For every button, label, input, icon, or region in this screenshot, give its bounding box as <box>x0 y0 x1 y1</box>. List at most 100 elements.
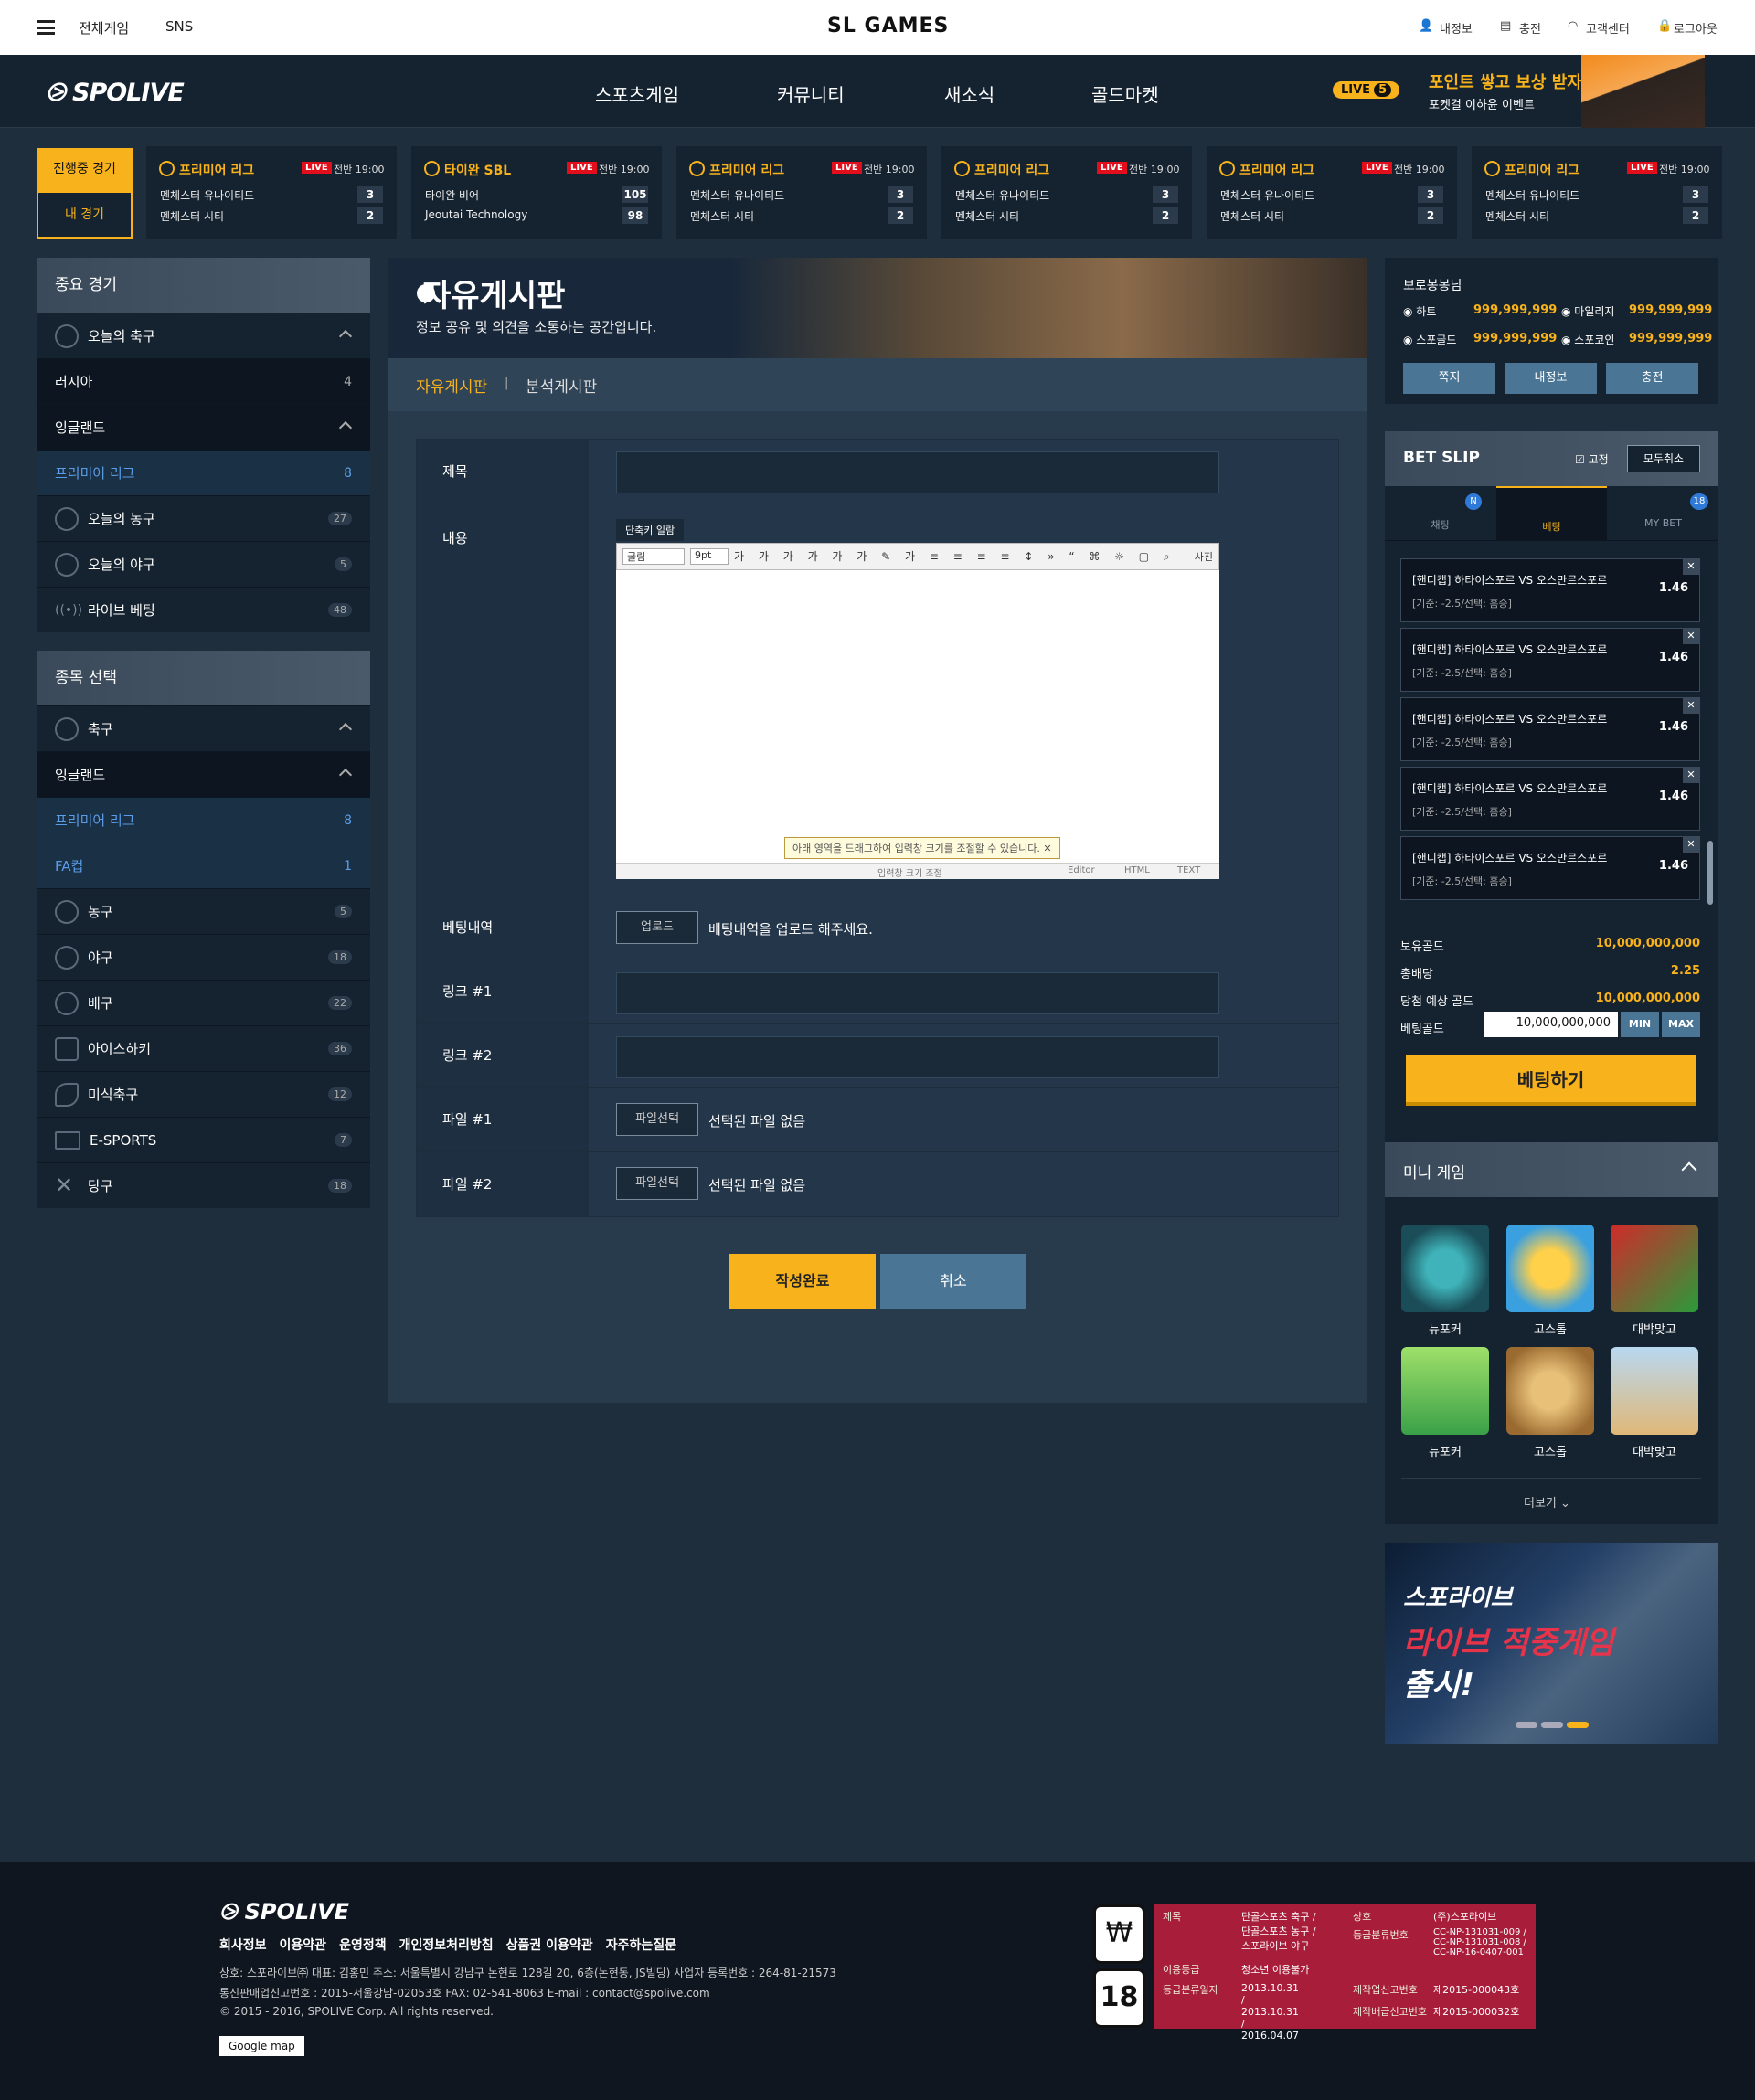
live-match-card[interactable]: 프리미어 리그 LIVE 전반 19:00 멘체스터 유나이티드 멘체스터 시티 3 2 <box>941 146 1192 239</box>
remove-bet-icon[interactable]: ✕ <box>1683 767 1699 783</box>
all-games-link[interactable]: 전체게임 <box>79 18 129 37</box>
logout-link[interactable]: 로그아웃 <box>1674 19 1718 37</box>
game-name[interactable]: 고스톱 <box>1506 1320 1594 1337</box>
sidebar-item-russia[interactable]: 러시아 4 <box>37 358 370 404</box>
sidebar-item-england[interactable]: 잉글랜드 <box>37 404 370 450</box>
sidebar-item-ice-hockey[interactable]: 아이스하키 36 <box>37 1025 370 1071</box>
carousel-dot[interactable] <box>1541 1722 1563 1728</box>
sidebar-item-england[interactable]: 잉글랜드 <box>37 751 370 797</box>
editor-body[interactable] <box>616 570 1219 879</box>
place-bet-button[interactable]: 베팅하기 <box>1406 1055 1696 1106</box>
remove-bet-icon[interactable]: ✕ <box>1683 697 1699 714</box>
nav-gold-market[interactable]: 골드마켓 <box>1091 80 1159 107</box>
link1-input[interactable] <box>616 972 1219 1014</box>
tab-analysis-board[interactable]: 분석게시판 <box>526 374 597 397</box>
sidebar-item-american-football[interactable]: 미식축구 12 <box>37 1071 370 1117</box>
my-info-button[interactable]: 내정보 <box>1505 363 1597 394</box>
remove-bet-icon[interactable]: ✕ <box>1683 628 1699 644</box>
live-match-card[interactable]: 프리미어 리그 LIVE 전반 19:00 멘체스터 유나이티드 멘체스터 시티 3 2 <box>1207 146 1457 239</box>
footer-link-terms[interactable]: 이용약관 <box>280 1938 327 1953</box>
game-baduk-thumb[interactable] <box>1506 1347 1594 1435</box>
promo-banner[interactable]: 스포라이브 라이브 적중게임 출시! <box>1385 1543 1718 1744</box>
bet-slip-item[interactable]: [핸디캡] 하타이스포르 VS 오스만르스포르 [기준: -2.5/선택: 홈승]… <box>1400 767 1700 831</box>
chevron-up-icon[interactable] <box>338 722 353 737</box>
live-badge[interactable]: LIVE 5 <box>1333 81 1400 99</box>
photo-button[interactable]: 사진 <box>1195 549 1213 564</box>
footer-link-policy[interactable]: 운영정책 <box>339 1938 387 1953</box>
spolive-logo[interactable]: ⧁ SPOLIVE <box>46 79 185 108</box>
live-match-card[interactable]: 프리미어 리그 LIVE 전반 19:00 멘체스터 유나이티드 멘체스터 시티 3 2 <box>676 146 927 239</box>
min-button[interactable]: MIN <box>1621 1012 1659 1037</box>
game-name[interactable]: 대박맞고 <box>1611 1320 1698 1337</box>
mode-html[interactable]: HTML <box>1124 865 1150 875</box>
support-link[interactable]: 고객센터 <box>1586 19 1630 37</box>
font-select[interactable]: 굴림 <box>622 548 685 565</box>
size-select[interactable]: 9pt <box>690 548 729 565</box>
charge-link[interactable]: 충전 <box>1519 19 1541 37</box>
chevron-up-icon[interactable] <box>338 420 353 435</box>
sidebar-item-volleyball[interactable]: 배구 22 <box>37 980 370 1025</box>
nav-sports-games[interactable]: 스포츠게임 <box>595 80 679 107</box>
format-buttons[interactable]: 가 가 가 가 가 가 ✎ 가 ≡ ≡ ≡ ≡ ↕ » “ ⌘ ☼ ▢ ⌕ <box>734 548 1175 564</box>
game-gostop-thumb[interactable] <box>1506 1225 1594 1312</box>
file2-select-button[interactable]: 파일선택 <box>616 1167 698 1200</box>
mode-editor[interactable]: Editor <box>1068 865 1095 875</box>
max-button[interactable]: MAX <box>1662 1012 1700 1037</box>
live-match-card[interactable]: 프리미어 리그 LIVE 전반 19:00 멘체스터 유나이티드 멘체스터 시티 3 2 <box>146 146 397 239</box>
chevron-up-icon[interactable] <box>338 329 353 344</box>
game-name[interactable]: 뉴포커 <box>1401 1320 1489 1337</box>
game-name[interactable]: 대박맞고 <box>1611 1442 1698 1459</box>
link2-input[interactable] <box>616 1036 1219 1078</box>
sidebar-item-basketball[interactable]: 농구 5 <box>37 888 370 934</box>
my-info-link[interactable]: 내정보 <box>1440 19 1473 37</box>
tab-betting[interactable]: 베팅 <box>1496 486 1607 541</box>
bet-slip-item[interactable]: [핸디캡] 하타이스포르 VS 오스만르스포르 [기준: -2.5/선택: 홈승]… <box>1400 836 1700 900</box>
game-newpoker-thumb[interactable] <box>1401 1225 1489 1312</box>
bet-slip-scrollbar[interactable] <box>1707 841 1713 905</box>
site-title[interactable]: SL GAMES <box>827 15 949 37</box>
nav-community[interactable]: 커뮤니티 <box>777 80 845 107</box>
sidebar-item-billiards[interactable]: ✕ 당구 18 <box>37 1162 370 1208</box>
bet-slip-item[interactable]: [핸디캡] 하타이스포르 VS 오스만르스포르 [기준: -2.5/선택: 홈승]… <box>1400 697 1700 761</box>
fixed-checkbox[interactable]: ☑ 고정 <box>1575 451 1609 467</box>
cancel-button[interactable]: 취소 <box>880 1254 1026 1309</box>
sidebar-item-premier-league[interactable]: 프리미어 리그 8 <box>37 450 370 495</box>
chevron-up-icon[interactable] <box>338 768 353 782</box>
game-panda-thumb[interactable] <box>1401 1347 1489 1435</box>
upload-button[interactable]: 업로드 <box>616 911 698 944</box>
live-match-card[interactable]: 프리미어 리그 LIVE 전반 19:00 멘체스터 유나이티드 멘체스터 시티 3 2 <box>1472 146 1722 239</box>
bet-slip-item[interactable]: [핸디캡] 하타이스포르 VS 오스만르스포르 [기준: -2.5/선택: 홈승]… <box>1400 628 1700 692</box>
google-map-button[interactable]: Google map <box>219 2036 304 2056</box>
tab-my-games[interactable]: 내 경기 <box>37 191 133 239</box>
mode-text[interactable]: TEXT <box>1177 865 1200 875</box>
sidebar-item-fa-cup[interactable]: FA컵 1 <box>37 843 370 888</box>
game-name[interactable]: 고스톱 <box>1506 1442 1594 1459</box>
clear-all-button[interactable]: 모두취소 <box>1627 445 1700 472</box>
sidebar-item-today-baseball[interactable]: 오늘의 야구 5 <box>37 541 370 587</box>
sidebar-item-soccer[interactable]: 축구 <box>37 705 370 751</box>
tab-free-board[interactable]: 자유게시판 <box>416 374 487 397</box>
tab-in-progress[interactable]: 진행중 경기 <box>37 148 133 191</box>
sidebar-item-premier-league[interactable]: 프리미어 리그 8 <box>37 797 370 843</box>
sidebar-item-live-betting[interactable]: ((•)) 라이브 베팅 48 <box>37 587 370 632</box>
sns-link[interactable]: SNS <box>165 18 193 35</box>
hamburger-menu-icon[interactable] <box>37 20 55 35</box>
game-name[interactable]: 뉴포커 <box>1401 1442 1489 1459</box>
sidebar-item-today-soccer[interactable]: 오늘의 축구 <box>37 313 370 358</box>
bet-gold-input[interactable]: 10,000,000,000 <box>1484 1012 1618 1037</box>
live-match-card[interactable]: 타이완 SBL LIVE 전반 19:00 타이완 비어 Jeoutai Technol… <box>411 146 662 239</box>
submit-button[interactable]: 작성완료 <box>729 1254 876 1309</box>
tab-chat[interactable]: 채팅 <box>1385 486 1495 541</box>
footer-link-privacy[interactable]: 개인정보처리방침 <box>399 1938 494 1953</box>
sidebar-item-esports[interactable]: E-SPORTS 7 <box>37 1117 370 1162</box>
game-daebak-thumb[interactable] <box>1611 1225 1698 1312</box>
resize-handle[interactable]: 입력창 크기 조절 <box>878 865 942 879</box>
footer-link-faq[interactable]: 자주하는질문 <box>606 1938 676 1953</box>
chevron-up-icon[interactable] <box>1681 1161 1697 1178</box>
nav-news[interactable]: 새소식 <box>944 80 994 107</box>
remove-bet-icon[interactable]: ✕ <box>1683 836 1699 853</box>
more-link[interactable]: 더보기 ⌄ <box>1524 1493 1570 1511</box>
footer-link-voucher[interactable]: 상품권 이용약관 <box>506 1938 593 1953</box>
promo-model-image[interactable] <box>1581 55 1705 128</box>
file1-select-button[interactable]: 파일선택 <box>616 1103 698 1136</box>
